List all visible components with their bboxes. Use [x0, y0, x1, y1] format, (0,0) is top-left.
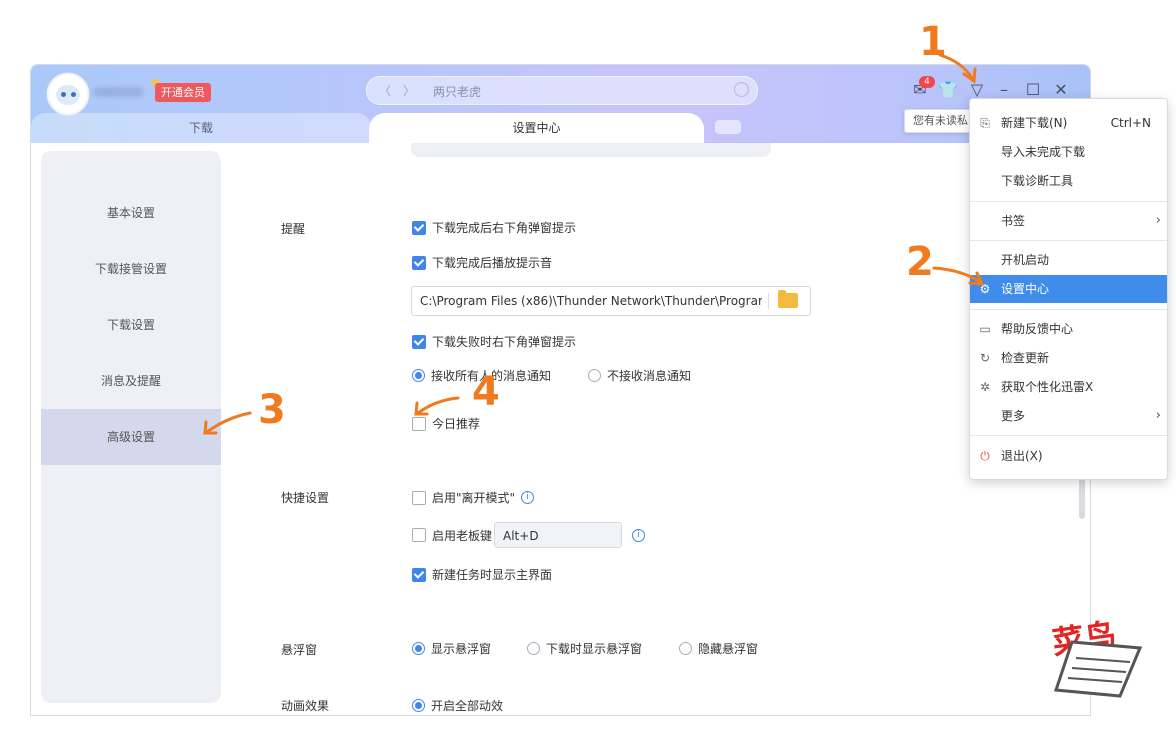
arrow-step-3: [205, 411, 252, 434]
annotation-step-2: 2: [906, 239, 934, 285]
annotation-arrows: [203, 53, 985, 435]
annotation-step-3: 3: [258, 387, 286, 433]
arrow-step-4: [416, 396, 460, 415]
arrow-step-2: [932, 266, 982, 284]
watermark-paper-icon: [1053, 640, 1143, 698]
annotation-step-4: 4: [472, 369, 500, 415]
